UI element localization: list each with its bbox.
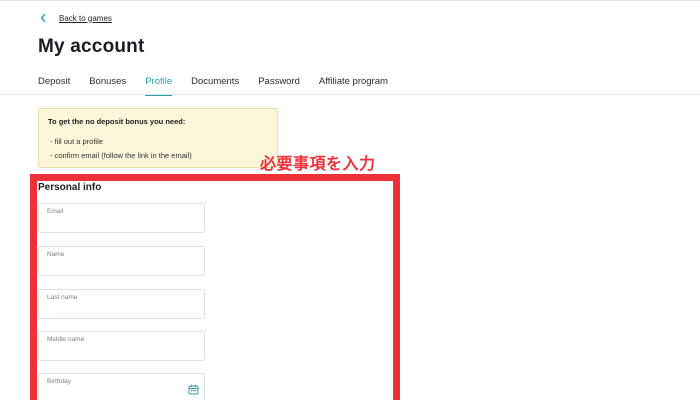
- last-name-input[interactable]: [47, 304, 187, 316]
- birthday-input[interactable]: [47, 388, 187, 400]
- name-field[interactable]: Name: [38, 246, 205, 276]
- annotation-label: 必要事項を入力: [260, 154, 376, 173]
- middle-name-input[interactable]: [47, 346, 187, 358]
- personal-info-title: Personal info: [38, 182, 102, 193]
- tabs-divider: [0, 94, 700, 95]
- birthday-field-label: Birthday: [47, 378, 71, 385]
- notice-item: - fill out a profile: [50, 137, 103, 146]
- last-name-field[interactable]: Last name: [38, 289, 205, 319]
- tab-documents[interactable]: Documents: [191, 74, 239, 95]
- name-field-label: Name: [47, 251, 65, 258]
- email-field[interactable]: Email: [38, 203, 205, 233]
- notice-title: To get the no deposit bonus you need:: [48, 117, 186, 126]
- tab-deposit[interactable]: Deposit: [38, 74, 70, 95]
- account-tabs: Deposit Bonuses Profile Documents Passwo…: [38, 74, 407, 96]
- tab-affiliate-program[interactable]: Affiliate program: [319, 74, 388, 95]
- back-link-label[interactable]: Back to games: [59, 14, 112, 23]
- email-input[interactable]: [47, 218, 187, 230]
- middle-name-field[interactable]: Middle name: [38, 331, 205, 361]
- chevron-left-icon: [40, 13, 46, 23]
- back-to-games-link[interactable]: Back to games: [38, 11, 112, 25]
- tab-bonuses[interactable]: Bonuses: [89, 74, 126, 95]
- last-name-field-label: Last name: [47, 294, 78, 301]
- calendar-icon[interactable]: [188, 384, 199, 395]
- bonus-notice: To get the no deposit bonus you need: - …: [38, 108, 278, 168]
- tab-profile[interactable]: Profile: [145, 74, 172, 96]
- name-input[interactable]: [47, 261, 187, 273]
- page-title: My account: [38, 36, 145, 57]
- notice-item: - confirm email (follow the link in the …: [50, 151, 192, 160]
- top-divider: [0, 0, 700, 1]
- middle-name-field-label: Middle name: [47, 336, 85, 343]
- email-field-label: Email: [47, 208, 64, 215]
- birthday-field[interactable]: Birthday: [38, 373, 205, 400]
- tab-password[interactable]: Password: [258, 74, 300, 95]
